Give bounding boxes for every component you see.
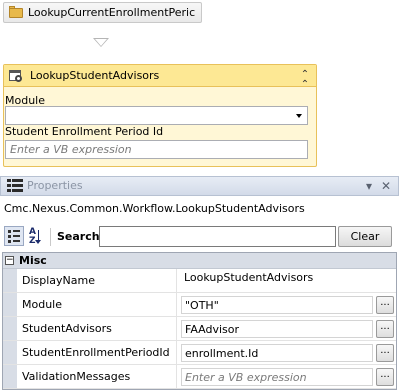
pin-dropdown-icon[interactable]: ▾ xyxy=(361,178,377,194)
property-value-studentenrollmentperiodid[interactable]: enrollment.Id xyxy=(181,344,373,362)
ellipsis-button[interactable]: ... xyxy=(376,344,394,362)
property-value-displayname[interactable]: LookupStudentAdvisors xyxy=(181,269,373,287)
properties-grid-icon xyxy=(7,179,23,193)
category-label: Misc xyxy=(19,254,47,267)
property-row-displayname[interactable]: DisplayName LookupStudentAdvisors xyxy=(3,269,396,293)
property-row-validationmessages[interactable]: ValidationMessages Enter a VB expression… xyxy=(3,365,396,389)
activity-title: LookupStudentAdvisors xyxy=(30,69,160,82)
category-row-misc[interactable]: − Misc xyxy=(3,253,396,269)
properties-title-bar[interactable]: Properties ▾ ✕ xyxy=(0,176,399,196)
toolbar-separator xyxy=(50,228,51,246)
module-combobox[interactable] xyxy=(5,106,308,125)
categorized-view-icon[interactable] xyxy=(4,226,24,246)
property-name: StudentAdvisors xyxy=(22,322,112,335)
properties-title: Properties xyxy=(27,179,83,192)
period-label: Student Enrollment Period Id xyxy=(5,125,164,138)
properties-toolbar: AZ Search: Clear xyxy=(0,222,399,252)
property-name: ValidationMessages xyxy=(22,370,131,383)
search-label: Search: xyxy=(57,230,104,243)
property-value-validationmessages[interactable]: Enter a VB expression xyxy=(181,368,373,386)
sort-az-icon[interactable]: AZ xyxy=(26,226,46,246)
clear-button[interactable]: Clear xyxy=(338,226,392,247)
activity-header[interactable]: LookupStudentAdvisors ⌃ ⌃ xyxy=(4,65,316,89)
properties-window: Properties ▾ ✕ Cmc.Nexus.Common.Workflow… xyxy=(0,176,399,392)
property-value-studentadvisors[interactable]: FAAdvisor xyxy=(181,320,373,338)
ellipsis-button[interactable]: ... xyxy=(376,368,394,386)
ellipsis-button[interactable]: ... xyxy=(376,320,394,338)
ellipsis-button[interactable]: ... xyxy=(376,296,394,314)
lookup-current-enrollment-activity[interactable]: LookupCurrentEnrollmentPeric xyxy=(3,2,202,23)
flow-arrow-icon xyxy=(93,38,109,47)
property-grid: − Misc DisplayName LookupStudentAdvisors… xyxy=(2,252,397,390)
search-input[interactable] xyxy=(99,226,336,247)
property-name: Module xyxy=(22,298,62,311)
property-name: StudentEnrollmentPeriodId xyxy=(22,346,170,359)
activity-title: LookupCurrentEnrollmentPeric xyxy=(28,6,196,19)
lookup-activity-icon xyxy=(8,69,24,83)
chevron-down-icon[interactable] xyxy=(296,114,302,118)
double-chevron-up-icon[interactable]: ⌃ ⌃ xyxy=(299,69,311,89)
period-expression-input[interactable]: Enter a VB expression xyxy=(5,140,308,159)
property-row-module[interactable]: Module "OTH" ... xyxy=(3,293,396,317)
close-icon[interactable]: ✕ xyxy=(378,178,394,194)
collapse-toggle-icon[interactable]: − xyxy=(5,256,14,265)
property-row-studentadvisors[interactable]: StudentAdvisors FAAdvisor ... xyxy=(3,317,396,341)
property-value-module[interactable]: "OTH" xyxy=(181,296,373,314)
folder-icon xyxy=(9,6,23,18)
selected-type-name: Cmc.Nexus.Common.Workflow.LookupStudentA… xyxy=(4,202,305,215)
property-name: DisplayName xyxy=(22,274,95,287)
property-row-studentenrollmentperiodid[interactable]: StudentEnrollmentPeriodId enrollment.Id … xyxy=(3,341,396,365)
